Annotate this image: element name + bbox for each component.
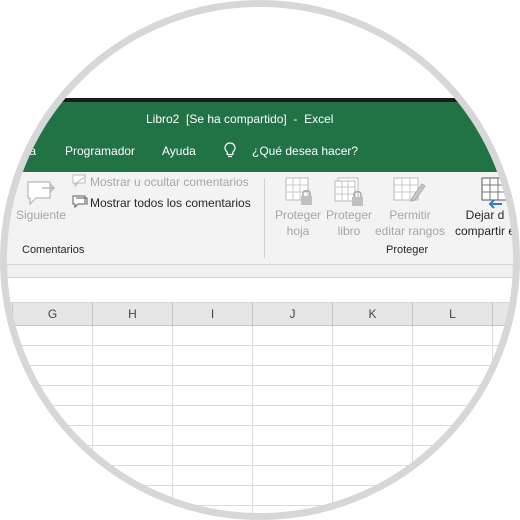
protect-book-button[interactable]: Proteger libro bbox=[324, 208, 374, 238]
grid-col-line bbox=[252, 326, 253, 514]
show-hide-comments-button[interactable]: Mostrar u ocultar comentarios bbox=[90, 175, 249, 189]
stop-sharing-button[interactable]: Dejar d compartir e bbox=[450, 208, 514, 238]
grid-row-line bbox=[6, 345, 514, 346]
protect-book-icon bbox=[334, 177, 363, 206]
tab-ayuda[interactable]: Ayuda bbox=[162, 144, 196, 158]
ribbon-collapse-band bbox=[6, 265, 514, 277]
column-header-k[interactable]: K bbox=[333, 303, 413, 325]
grid-col-line bbox=[332, 326, 333, 514]
column-header-l[interactable]: L bbox=[413, 303, 493, 325]
screenshot-stage: Libro2 [Se ha compartido] - Excel ta Pro… bbox=[0, 0, 520, 520]
grid-col-line bbox=[12, 326, 13, 514]
stop-sharing-icon bbox=[481, 177, 509, 209]
stop-sharing-label-2: compartir e bbox=[454, 224, 514, 238]
next-comment-icon bbox=[27, 181, 56, 206]
protect-group-label: Proteger bbox=[386, 244, 429, 256]
protect-sheet-icon bbox=[285, 177, 312, 205]
allow-edit-ranges-label-2: editar rangos bbox=[374, 224, 446, 238]
allow-edit-ranges-label-1: Permitir bbox=[389, 208, 431, 222]
grid-col-line bbox=[492, 326, 493, 514]
stop-sharing-label-1: Dejar d bbox=[465, 208, 505, 222]
grid-row-line bbox=[6, 385, 514, 386]
protect-sheet-label-2: hoja bbox=[286, 224, 310, 238]
show-all-comments-icon bbox=[72, 195, 88, 209]
grid-col-line bbox=[92, 326, 93, 514]
grid-row-line bbox=[6, 445, 514, 446]
protect-sheet-label-1: Proteger bbox=[274, 208, 322, 222]
ribbon-group-separator bbox=[264, 178, 265, 258]
grid-row-line bbox=[6, 365, 514, 366]
next-comment-button[interactable]: Siguiente bbox=[16, 208, 66, 222]
column-header-partial[interactable] bbox=[6, 303, 13, 325]
comments-group-label: Comentarios bbox=[22, 244, 85, 256]
protect-book-label-1: Proteger bbox=[325, 208, 373, 222]
window-title: Libro2 [Se ha compartido] - Excel bbox=[146, 112, 334, 126]
allow-edit-ranges-button[interactable]: Permitir editar rangos bbox=[370, 208, 450, 238]
grid-row-line bbox=[6, 425, 514, 426]
column-header-j[interactable]: J bbox=[253, 303, 333, 325]
column-header-h[interactable]: H bbox=[93, 303, 173, 325]
column-header-row: G H I J K L bbox=[6, 303, 514, 326]
column-header-i[interactable]: I bbox=[173, 303, 253, 325]
grid-row-line bbox=[6, 485, 514, 486]
tab-revisar-partial[interactable]: ta bbox=[26, 144, 36, 158]
allow-edit-ranges-icon bbox=[393, 177, 426, 202]
grid-row-line bbox=[6, 505, 514, 506]
tell-me-search[interactable]: ¿Qué desea hacer? bbox=[252, 144, 358, 158]
protect-sheet-button[interactable]: Proteger hoja bbox=[274, 208, 322, 238]
grid-col-line bbox=[412, 326, 413, 514]
column-header-g[interactable]: G bbox=[13, 303, 93, 325]
protect-book-label-2: libro bbox=[337, 224, 361, 238]
grid-col-line bbox=[172, 326, 173, 514]
formula-bar[interactable] bbox=[6, 278, 514, 302]
show-all-comments-button[interactable]: Mostrar todos los comentarios bbox=[90, 196, 251, 210]
tab-programador[interactable]: Programador bbox=[65, 144, 135, 158]
magnified-view: Libro2 [Se ha compartido] - Excel ta Pro… bbox=[6, 6, 514, 514]
lightbulb-icon bbox=[224, 142, 236, 158]
grid-row-line bbox=[6, 465, 514, 466]
grid-row-line bbox=[6, 405, 514, 406]
show-hide-comment-icon bbox=[72, 174, 87, 188]
